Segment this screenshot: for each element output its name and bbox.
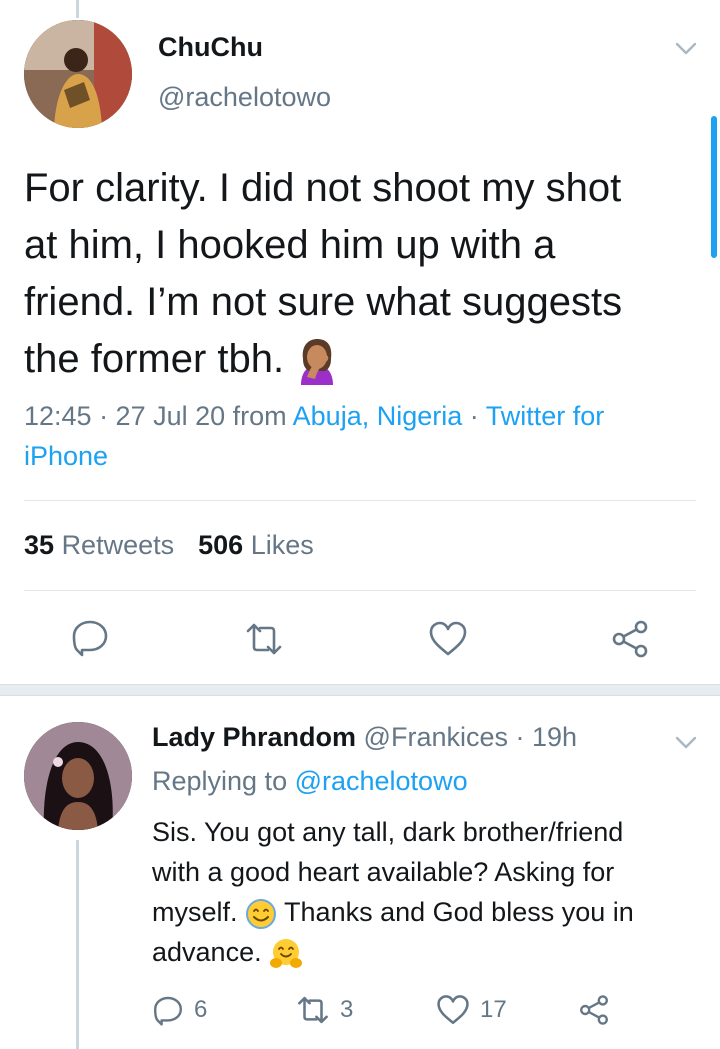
replying-prefix: Replying to bbox=[152, 766, 295, 796]
reply-text-line: advance. bbox=[152, 932, 697, 972]
reply-header: Lady Phrandom @Frankices · 19h bbox=[152, 722, 577, 753]
section-separator bbox=[0, 684, 720, 696]
reply-author-handle[interactable]: @Frankices bbox=[364, 722, 508, 752]
chevron-down-icon[interactable] bbox=[674, 36, 698, 60]
reply-action[interactable]: 6 bbox=[152, 992, 207, 1028]
thread-line bbox=[76, 840, 79, 1049]
share-icon bbox=[580, 995, 608, 1025]
tweet-text-line: the former tbh. bbox=[24, 331, 704, 388]
likes-stat[interactable]: 506 Likes bbox=[198, 530, 314, 560]
reply-text-fragment: Thanks and God bless you in bbox=[284, 897, 634, 927]
tweet-text-line: at him, I hooked him up with a bbox=[24, 223, 556, 267]
retweets-count: 35 bbox=[24, 530, 55, 560]
like-count: 17 bbox=[480, 996, 507, 1023]
author-handle[interactable]: @rachelotowo bbox=[158, 82, 331, 113]
tweet-text: For clarity. I did not shoot my shot at … bbox=[24, 160, 704, 388]
hugging-face-emoji bbox=[270, 938, 303, 968]
thread-line bbox=[76, 0, 79, 18]
retweets-label: Retweets bbox=[61, 530, 175, 560]
like-icon[interactable] bbox=[428, 619, 468, 659]
replying-to: Replying to @rachelotowo bbox=[152, 766, 468, 797]
share-icon[interactable] bbox=[610, 619, 650, 659]
likes-label: Likes bbox=[250, 530, 314, 560]
tweet-text-line: For clarity. I did not shoot my shot bbox=[24, 166, 622, 210]
reply-icon[interactable] bbox=[70, 617, 110, 657]
tweet-time: 12:45 · 27 Jul 20 from bbox=[24, 401, 293, 431]
reply-text-line: myself. Thanks and God bless you in bbox=[152, 892, 697, 932]
reply-icon bbox=[154, 996, 182, 1026]
reply-count: 6 bbox=[194, 996, 208, 1023]
tweet-meta: 12:45 · 27 Jul 20 from Abuja, Nigeria · … bbox=[24, 396, 694, 476]
reply-author-name[interactable]: Lady Phrandom bbox=[152, 722, 356, 752]
reply-text-fragment: myself. bbox=[152, 897, 238, 927]
chevron-down-icon[interactable] bbox=[674, 730, 698, 754]
avatar[interactable] bbox=[24, 722, 132, 830]
reply-time: · 19h bbox=[508, 722, 578, 752]
like-action[interactable]: 17 bbox=[436, 992, 507, 1028]
retweet-icon bbox=[298, 996, 328, 1024]
retweets-stat[interactable]: 35 Retweets bbox=[24, 530, 174, 560]
likes-count: 506 bbox=[198, 530, 244, 560]
scrollbar[interactable] bbox=[711, 116, 717, 258]
tweet-text-fragment: the former tbh. bbox=[24, 337, 285, 381]
tweet-text-line: friend. I’m not sure what suggests bbox=[24, 280, 623, 324]
retweet-action[interactable]: 3 bbox=[296, 992, 353, 1028]
reply-text: Sis. You got any tall, dark brother/frie… bbox=[152, 812, 697, 972]
smiling-face-emoji bbox=[246, 898, 277, 929]
reply-text-fragment: advance. bbox=[152, 937, 262, 967]
retweet-icon[interactable] bbox=[244, 619, 284, 659]
meta-separator: · bbox=[462, 401, 486, 431]
reply-text-line: Sis. You got any tall, dark brother/frie… bbox=[152, 817, 624, 847]
divider bbox=[24, 590, 696, 591]
avatar[interactable] bbox=[24, 20, 132, 128]
divider bbox=[24, 500, 696, 501]
woman-facepalming-emoji bbox=[301, 339, 334, 386]
author-name[interactable]: ChuChu bbox=[158, 32, 263, 63]
replying-handle-link[interactable]: @rachelotowo bbox=[295, 766, 468, 796]
tweet-stats: 35 Retweets 506 Likes bbox=[24, 530, 314, 561]
location-link[interactable]: Abuja, Nigeria bbox=[293, 401, 463, 431]
retweet-count: 3 bbox=[340, 996, 354, 1023]
share-action[interactable] bbox=[578, 992, 620, 1028]
like-icon bbox=[437, 995, 469, 1025]
reply-text-line: with a good heart available? Asking for bbox=[152, 857, 615, 887]
